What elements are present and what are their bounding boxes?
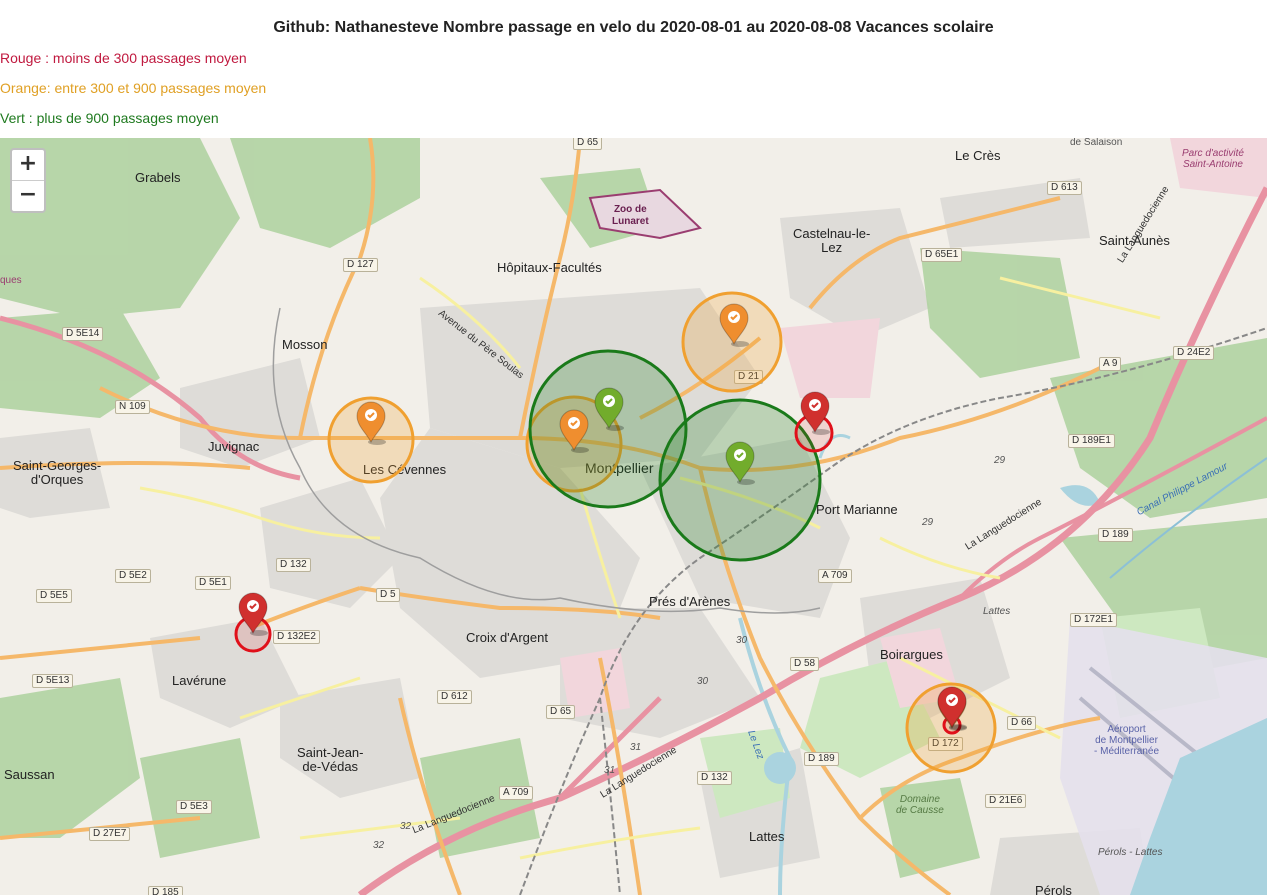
map-panel[interactable]: Grabels Le Crès Castelnau-le- Lez Saint-…	[0, 138, 1267, 895]
page-title: Github: Nathanesteve Nombre passage en v…	[273, 19, 994, 36]
legend-orange: Orange: entre 300 et 900 passages moyen	[0, 80, 267, 96]
legend-green: Vert : plus de 900 passages moyen	[0, 110, 219, 126]
zoom-out-button[interactable]: −	[12, 181, 44, 211]
legend-red: Rouge : moins de 300 passages moyen	[0, 50, 247, 66]
marker-layer	[234, 291, 997, 774]
zoom-control: + −	[10, 148, 46, 213]
zoom-in-button[interactable]: +	[12, 150, 44, 181]
